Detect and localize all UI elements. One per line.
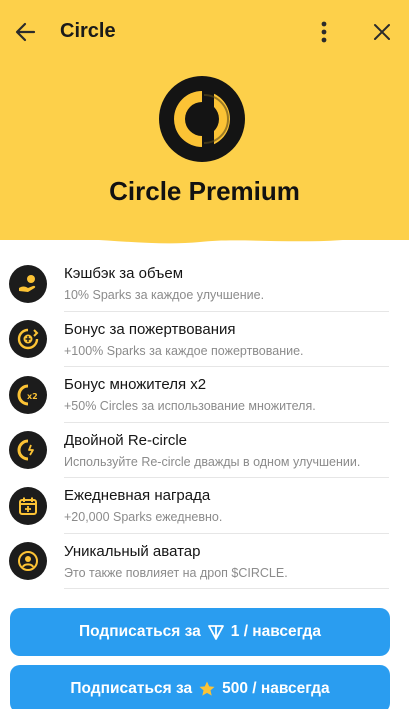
feature-desc: +20,000 Sparks ежедневно.	[64, 510, 223, 524]
subscribe-ton-button[interactable]: Подписаться за 1 / навсегда	[10, 608, 390, 656]
button-amount: 500 / навсегда	[222, 680, 330, 697]
svg-text:x2: x2	[27, 392, 38, 401]
feature-list: Кэшбэк за объем 10% Sparks за каждое улу…	[0, 256, 409, 589]
feature-title: Ежедневная награда	[64, 487, 211, 504]
divider	[64, 588, 389, 589]
button-prefix: Подписаться за	[78, 623, 201, 640]
circle-logo-icon	[159, 76, 245, 162]
feature-item-multiplier: x2 Бонус множителя x2 +50% Circles за ис…	[0, 367, 409, 423]
feature-text: Ежедневная награда +20,000 Sparks ежедне…	[64, 486, 391, 526]
donation-bonus-icon	[9, 320, 47, 359]
feature-title: Двойной Re-circle	[64, 431, 188, 449]
unique-avatar-icon	[9, 542, 47, 581]
feature-item-cashback: Кэшбэк за объем 10% Sparks за каждое улу…	[0, 256, 409, 312]
double-recircle-icon	[9, 431, 47, 470]
premium-title: Circle Premium	[109, 176, 300, 206]
cashback-hand-icon	[9, 264, 47, 303]
feature-text: Кэшбэк за объем 10% Sparks за каждое улу…	[64, 264, 391, 304]
star-icon	[198, 680, 216, 698]
back-arrow-icon[interactable]	[12, 18, 40, 46]
header-wave	[0, 222, 409, 244]
feature-title: Уникальный аватар	[64, 542, 201, 560]
feature-text: Бонус множителя x2 +50% Circles за испол…	[64, 375, 391, 415]
feature-title: Кэшбэк за объем	[64, 265, 184, 282]
ton-icon	[207, 623, 225, 641]
feature-item-avatar: Уникальный аватар Это также повлияет на …	[0, 534, 409, 589]
feature-desc: +50% Circles за использование множителя.	[64, 399, 316, 413]
top-bar: Circle	[0, 0, 409, 62]
more-options-icon[interactable]	[312, 18, 336, 46]
feature-desc: Используйте Re-circle дважды в одном улу…	[64, 454, 361, 469]
multiplier-x2-icon: x2	[9, 375, 47, 414]
feature-title: Бонус множителя x2	[64, 376, 207, 393]
feature-text: Уникальный аватар Это также повлияет на …	[64, 542, 391, 582]
app-title: Circle	[60, 20, 116, 42]
close-icon[interactable]	[370, 20, 394, 44]
daily-reward-calendar-icon	[9, 486, 47, 525]
feature-item-recircle: Двойной Re-circle Используйте Re-circle …	[0, 423, 409, 478]
subscribe-stars-button[interactable]: Подписаться за 500 / навсегда	[10, 665, 390, 709]
button-prefix: Подписаться за	[70, 680, 193, 697]
feature-text: Двойной Re-circle Используйте Re-circle …	[64, 431, 391, 471]
button-amount: 1 / навсегда	[230, 623, 321, 640]
feature-title: Бонус за пожертвования	[64, 320, 236, 338]
feature-item-donation: Бонус за пожертвования +100% Sparks за к…	[0, 312, 409, 367]
feature-desc: +100% Sparks за каждое пожертвование.	[64, 343, 304, 358]
feature-text: Бонус за пожертвования +100% Sparks за к…	[64, 320, 391, 360]
feature-desc: Это также повлияет на дроп $CIRCLE.	[64, 565, 288, 580]
feature-item-daily-reward: Ежедневная награда +20,000 Sparks ежедне…	[0, 478, 409, 534]
feature-desc: 10% Sparks за каждое улучшение.	[64, 288, 265, 302]
